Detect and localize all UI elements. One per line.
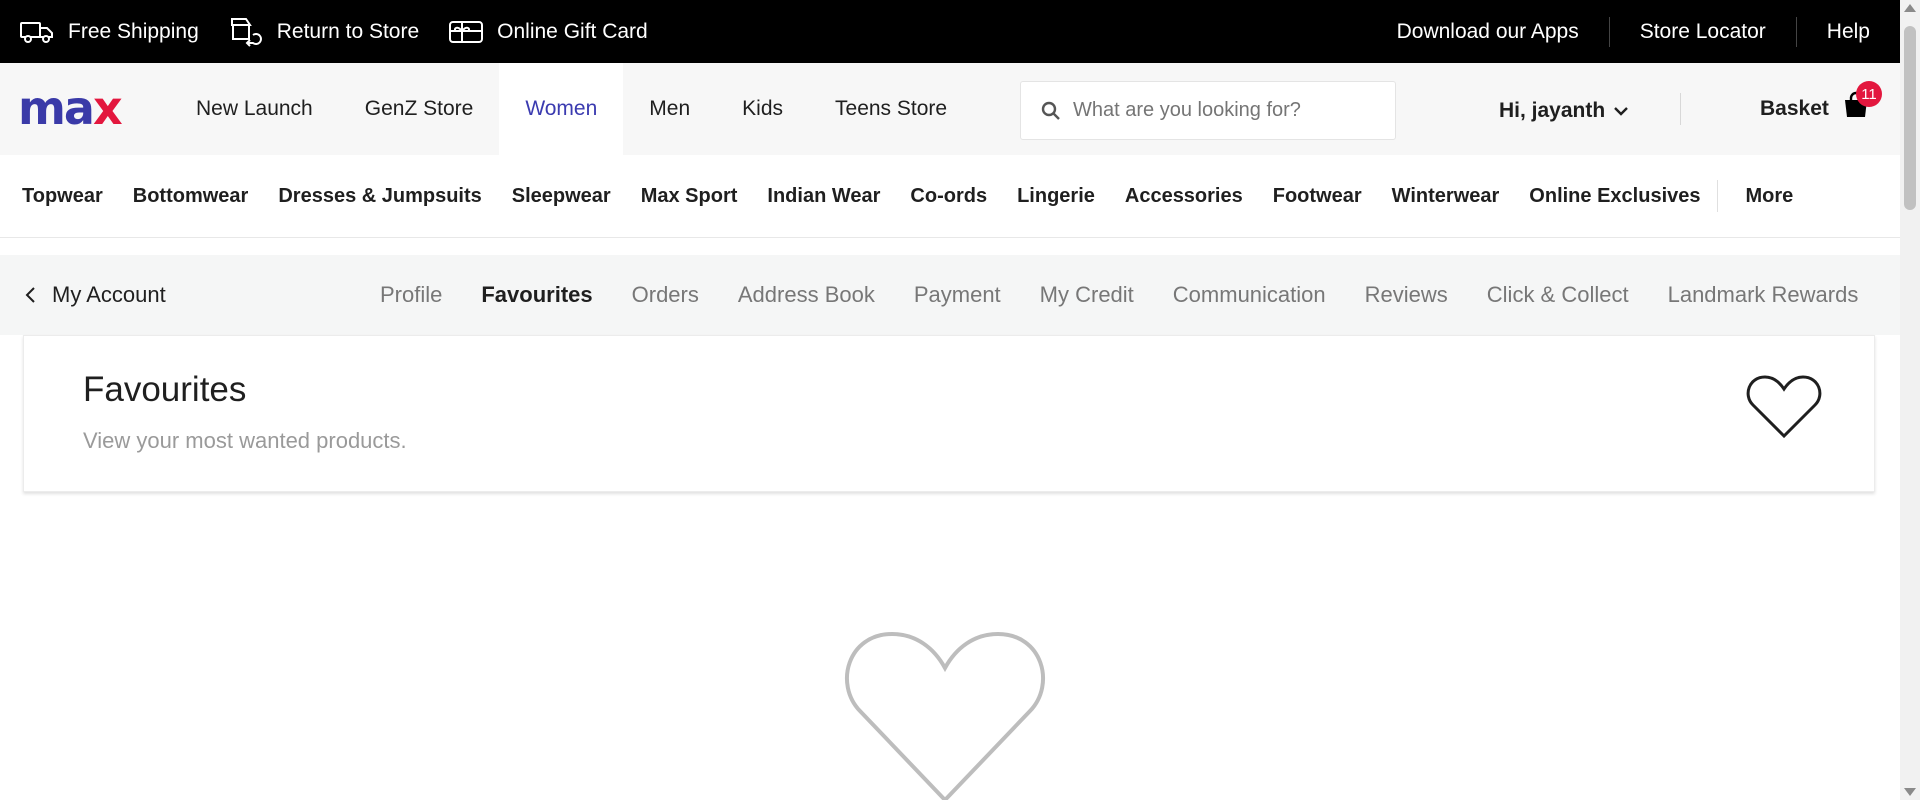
max-logo[interactable]: max xyxy=(18,85,123,131)
page-title: Favourites xyxy=(83,370,247,409)
account-tabs: Profile Favourites Orders Address Book P… xyxy=(380,255,1858,335)
category-more[interactable]: More xyxy=(1746,185,1794,208)
online-gift-card-link[interactable]: Online Gift Card xyxy=(449,20,648,44)
tab-landmark-rewards[interactable]: Landmark Rewards xyxy=(1668,282,1859,308)
return-to-store-label: Return to Store xyxy=(276,19,420,43)
category-co-ords[interactable]: Co-ords xyxy=(910,185,987,208)
return-icon xyxy=(230,17,262,47)
category-online-exclusives[interactable]: Online Exclusives xyxy=(1529,185,1700,208)
basket-count-badge: 11 xyxy=(1856,81,1882,107)
download-apps-link[interactable]: Download our Apps xyxy=(1367,20,1609,44)
user-greeting: Hi, jayanth xyxy=(1499,99,1606,122)
search-input[interactable] xyxy=(1073,99,1373,122)
category-bottomwear[interactable]: Bottomwear xyxy=(133,185,249,208)
topbar-right: Download our Apps Store Locator Help xyxy=(1367,16,1900,47)
category-indian-wear[interactable]: Indian Wear xyxy=(767,185,880,208)
truck-icon xyxy=(20,21,53,43)
tab-favourites[interactable]: Favourites xyxy=(481,282,592,308)
scroll-down-arrow-icon[interactable] xyxy=(1904,788,1916,796)
gift-card-icon xyxy=(449,20,484,43)
scroll-up-arrow-icon[interactable] xyxy=(1904,4,1916,12)
heart-icon xyxy=(1746,375,1822,439)
free-shipping-link[interactable]: Free Shipping xyxy=(20,20,199,44)
scrollbar-thumb[interactable] xyxy=(1904,26,1916,210)
empty-favourites-heart-icon xyxy=(844,631,1046,800)
tab-reviews[interactable]: Reviews xyxy=(1365,282,1448,308)
tab-payment[interactable]: Payment xyxy=(914,282,1001,308)
top-utility-bar: Free Shipping Return to Store Online Gif… xyxy=(0,0,1900,63)
page-scrollbar[interactable] xyxy=(1900,0,1920,800)
divider xyxy=(1716,180,1718,212)
nav-men[interactable]: Men xyxy=(623,63,716,155)
nav-genz-store[interactable]: GenZ Store xyxy=(339,63,500,155)
search-box[interactable] xyxy=(1020,81,1396,140)
page-subtitle: View your most wanted products. xyxy=(83,428,407,453)
category-max-sport[interactable]: Max Sport xyxy=(641,185,738,208)
main-header: max New Launch GenZ Store Women Men Kids… xyxy=(0,63,1900,155)
category-footwear[interactable]: Footwear xyxy=(1273,185,1362,208)
help-link[interactable]: Help xyxy=(1797,20,1870,44)
category-nav: Topwear Bottomwear Dresses & Jumpsuits S… xyxy=(0,155,1900,238)
category-lingerie[interactable]: Lingerie xyxy=(1017,185,1095,208)
nav-teens-store[interactable]: Teens Store xyxy=(809,63,973,155)
my-account-label: My Account xyxy=(52,282,166,307)
nav-new-launch[interactable]: New Launch xyxy=(170,63,339,155)
my-account-back-link[interactable]: My Account xyxy=(24,282,166,308)
divider xyxy=(1680,93,1681,125)
tab-click-collect[interactable]: Click & Collect xyxy=(1487,282,1629,308)
main-nav: New Launch GenZ Store Women Men Kids Tee… xyxy=(170,63,973,155)
account-bar: My Account Profile Favourites Orders Add… xyxy=(0,255,1900,335)
tab-address-book[interactable]: Address Book xyxy=(738,282,875,308)
category-dresses-jumpsuits[interactable]: Dresses & Jumpsuits xyxy=(278,185,481,208)
tab-profile[interactable]: Profile xyxy=(380,282,442,308)
nav-kids[interactable]: Kids xyxy=(716,63,809,155)
online-gift-card-label: Online Gift Card xyxy=(497,19,648,43)
store-locator-link[interactable]: Store Locator xyxy=(1610,20,1796,44)
tab-orders[interactable]: Orders xyxy=(632,282,699,308)
free-shipping-label: Free Shipping xyxy=(68,19,199,43)
tab-my-credit[interactable]: My Credit xyxy=(1040,282,1134,308)
favourites-header-card: Favourites View your most wanted product… xyxy=(23,335,1875,492)
nav-women[interactable]: Women xyxy=(499,63,624,155)
chevron-left-icon xyxy=(25,287,35,303)
topbar-left: Free Shipping Return to Store Online Gif… xyxy=(0,17,678,47)
category-sleepwear[interactable]: Sleepwear xyxy=(512,185,611,208)
tab-communication[interactable]: Communication xyxy=(1173,282,1326,308)
user-menu[interactable]: Hi, jayanth xyxy=(1499,99,1629,123)
basket-label[interactable]: Basket xyxy=(1760,97,1829,121)
chevron-down-icon xyxy=(1614,107,1629,116)
category-topwear[interactable]: Topwear xyxy=(22,185,103,208)
category-accessories[interactable]: Accessories xyxy=(1125,185,1243,208)
category-winterwear[interactable]: Winterwear xyxy=(1392,185,1500,208)
return-to-store-link[interactable]: Return to Store xyxy=(229,17,419,47)
search-icon xyxy=(1041,101,1060,120)
